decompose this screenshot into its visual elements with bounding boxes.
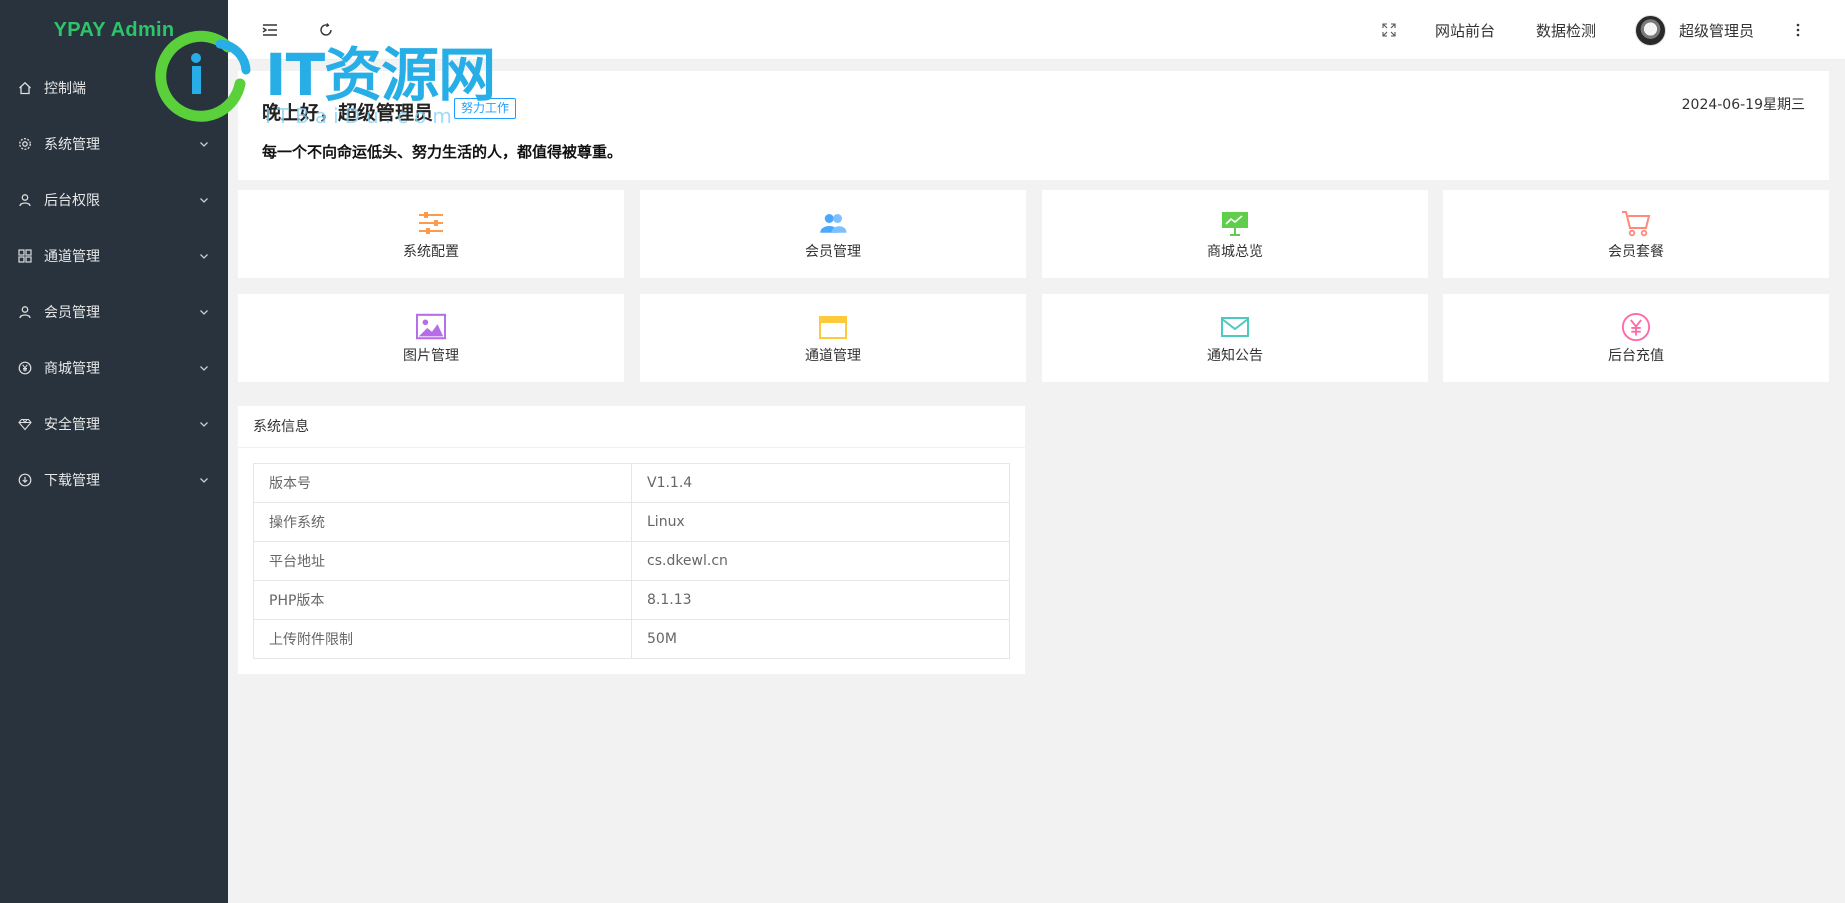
info-key: 平台地址 xyxy=(253,541,632,581)
sidebar-menu: 控制端 系统管理 后台权限 通道管理 会员管理 商城管理 安全管理 下载管理 xyxy=(0,60,228,508)
home-icon xyxy=(18,81,32,95)
watermark-subtext: ITBaiDu.com xyxy=(265,104,458,128)
mail-icon xyxy=(1220,313,1250,341)
sidebar-item-label: 控制端 xyxy=(44,81,86,97)
sidebar-item-label: 下载管理 xyxy=(44,473,100,489)
user-icon xyxy=(18,305,32,319)
info-value: cs.dkewl.cn xyxy=(631,541,1010,581)
sidebar-item-label: 系统管理 xyxy=(44,137,100,153)
sidebar-item-member[interactable]: 会员管理 xyxy=(0,284,228,340)
sliders-icon xyxy=(416,209,446,237)
shortcut-system-config[interactable]: 系统配置 xyxy=(238,190,624,278)
chevron-down-icon xyxy=(200,142,208,147)
table-row: 平台地址 cs.dkewl.cn xyxy=(253,541,1010,581)
sidebar: YPAY Admin 控制端 系统管理 后台权限 通道管理 会员管理 商城管理 … xyxy=(0,0,228,903)
sidebar-item-admin-permission[interactable]: 后台权限 xyxy=(0,172,228,228)
data-check-link[interactable]: 数据检测 xyxy=(1536,20,1596,41)
table-row: 版本号 V1.1.4 xyxy=(253,463,1010,503)
shortcut-label: 商城总览 xyxy=(1207,244,1263,260)
sidebar-item-security[interactable]: 安全管理 xyxy=(0,396,228,452)
card-icon xyxy=(818,313,848,341)
shortcut-label: 后台充值 xyxy=(1608,348,1664,364)
info-key: 上传附件限制 xyxy=(253,619,632,659)
chevron-down-icon xyxy=(200,478,208,483)
shortcut-label: 会员管理 xyxy=(805,244,861,260)
shortcut-recharge[interactable]: 后台充值 xyxy=(1443,294,1829,382)
sidebar-item-label: 会员管理 xyxy=(44,305,100,321)
chevron-down-icon xyxy=(200,310,208,315)
sidebar-item-label: 后台权限 xyxy=(44,193,100,209)
shortcut-channel-manage[interactable]: 通道管理 xyxy=(640,294,1026,382)
info-value: Linux xyxy=(631,502,1010,542)
info-value: V1.1.4 xyxy=(631,463,1010,503)
chevron-down-icon xyxy=(200,366,208,371)
download-circle-icon xyxy=(18,473,32,487)
sidebar-item-label: 安全管理 xyxy=(44,417,100,433)
system-info-card: 系统信息 版本号 V1.1.4 操作系统 Linux 平台地址 cs.dkewl… xyxy=(238,406,1025,674)
user-icon xyxy=(18,193,32,207)
info-key: 操作系统 xyxy=(253,502,632,542)
info-key: 版本号 xyxy=(253,463,632,503)
presentation-chart-icon xyxy=(1220,209,1250,237)
gear-icon xyxy=(18,137,32,151)
yen-circle-icon xyxy=(1621,312,1651,342)
shortcut-label: 通知公告 xyxy=(1207,348,1263,364)
sidebar-item-dashboard[interactable]: 控制端 xyxy=(0,60,228,116)
shortcut-label: 通道管理 xyxy=(805,348,861,364)
shortcut-mall-overview[interactable]: 商城总览 xyxy=(1042,190,1428,278)
sidebar-item-channel[interactable]: 通道管理 xyxy=(0,228,228,284)
front-site-link[interactable]: 网站前台 xyxy=(1435,20,1495,41)
system-info-title: 系统信息 xyxy=(238,406,1025,448)
chevron-down-icon xyxy=(200,422,208,427)
table-row: 上传附件限制 50M xyxy=(253,619,1010,659)
shortcut-member-manage[interactable]: 会员管理 xyxy=(640,190,1026,278)
system-info-table: 版本号 V1.1.4 操作系统 Linux 平台地址 cs.dkewl.cn P… xyxy=(253,463,1010,659)
info-key: PHP版本 xyxy=(253,580,632,620)
info-value: 8.1.13 xyxy=(631,580,1010,620)
sidebar-item-download[interactable]: 下载管理 xyxy=(0,452,228,508)
apps-icon xyxy=(18,249,32,263)
shortcut-image-manage[interactable]: 图片管理 xyxy=(238,294,624,382)
sidebar-item-system[interactable]: 系统管理 xyxy=(0,116,228,172)
sidebar-item-label: 通道管理 xyxy=(44,249,100,265)
more-vertical-icon[interactable] xyxy=(1795,22,1801,38)
users-icon xyxy=(818,209,848,237)
shortcut-label: 会员套餐 xyxy=(1608,244,1664,260)
shortcut-label: 系统配置 xyxy=(403,244,459,260)
shortcut-notice[interactable]: 通知公告 xyxy=(1042,294,1428,382)
yen-circle-icon xyxy=(18,361,32,375)
info-value: 50M xyxy=(631,619,1010,659)
greeting-motto: 每一个不向命运低头、努力生活的人，都值得被尊重。 xyxy=(262,143,623,161)
table-row: 操作系统 Linux xyxy=(253,502,1010,542)
shortcut-label: 图片管理 xyxy=(403,348,459,364)
sidebar-item-mall[interactable]: 商城管理 xyxy=(0,340,228,396)
image-icon xyxy=(416,313,446,341)
shortcut-member-package[interactable]: 会员套餐 xyxy=(1443,190,1829,278)
current-date: 2024-06-19星期三 xyxy=(1681,97,1805,113)
avatar[interactable] xyxy=(1635,15,1666,46)
diamond-icon xyxy=(18,417,32,431)
cart-icon xyxy=(1621,209,1651,237)
chevron-down-icon xyxy=(200,198,208,203)
app-logo[interactable]: YPAY Admin xyxy=(0,0,228,60)
admin-user-menu[interactable]: 超级管理员 xyxy=(1679,20,1754,41)
chevron-down-icon xyxy=(200,254,208,259)
table-row: PHP版本 8.1.13 xyxy=(253,580,1010,620)
fullscreen-icon[interactable] xyxy=(1382,23,1396,37)
watermark-text: IT资源网 xyxy=(265,41,496,109)
sidebar-item-label: 商城管理 xyxy=(44,361,100,377)
